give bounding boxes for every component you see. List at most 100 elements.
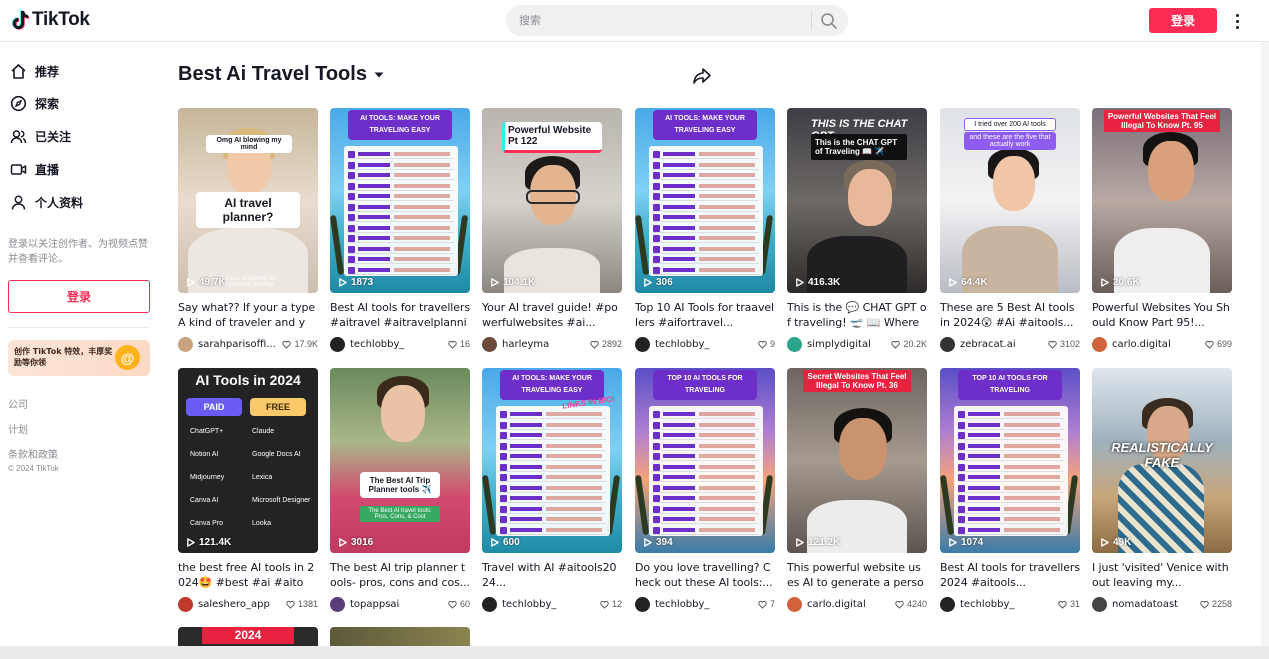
avatar[interactable] [482,336,497,352]
horizontal-scrollbar[interactable] [0,646,1269,659]
sidebar-item-explore[interactable]: 探索 [10,92,59,114]
author-name[interactable]: saleshero_app [198,599,282,610]
video-caption[interactable]: Your AI travel guide! #powerfulwebsites … [482,300,622,330]
video-thumbnail[interactable]: I tried over 200 AI tools and these are t… [940,108,1080,293]
sidebar-login-button[interactable]: 登录 [8,280,150,313]
like-count: 16 [448,339,470,349]
video-thumbnail[interactable]: The Best AI Trip Planner tools ✈️ The Bes… [330,368,470,553]
avatar[interactable] [787,596,802,612]
author-name[interactable]: sarahparisoffi... [198,339,278,350]
video-thumbnail[interactable]: Omg AI blowing my mind AI travel planner?… [178,108,318,293]
video-card[interactable]: 2024 [178,627,318,646]
author-name[interactable]: techlobby_ [655,599,754,610]
author-name[interactable]: carlo.digital [807,599,891,610]
page-title[interactable]: Best Ai Travel Tools [178,63,385,86]
share-icon[interactable] [692,66,712,86]
video-caption[interactable]: Do you love travelling? Check out these … [635,560,775,590]
avatar[interactable] [787,336,802,352]
video-thumbnail[interactable]: AI TOOLS: MAKE YOUR TRAVELING EASY 1873 [330,108,470,293]
vertical-scrollbar[interactable] [1261,42,1269,646]
sidebar-item-following[interactable]: 已关注 [10,125,71,147]
tiktok-logo[interactable]: TikTok [12,9,90,31]
footer-link-terms[interactable]: 条款和政策 [8,446,58,461]
video-card[interactable]: THIS IS THE CHAT GPTThis is the CHAT GPT… [787,108,927,352]
like-count-text: 20.2K [903,339,927,349]
avatar[interactable] [940,596,955,612]
video-card[interactable]: Powerful Websites That Feel Illegal To K… [1092,108,1232,352]
footer-link-company[interactable]: 公司 [8,396,28,411]
author-name[interactable]: carlo.digital [1112,339,1201,350]
effects-promo-banner[interactable]: 创作 TikTok 特效，丰厚奖励等你领 @ [8,340,150,376]
author-name[interactable]: techlobby_ [655,339,754,350]
video-card[interactable]: REALISTICALLY FAKE 49K I just 'visited' Ve… [1092,368,1232,612]
video-card[interactable]: TOP 10 AI TOOLS FOR TRAVELING 394 Do you l… [635,368,775,612]
play-icon [1101,278,1109,287]
video-caption[interactable]: Best AI tools for travellers 2024 #aitoo… [940,560,1080,590]
author-name[interactable]: techlobby_ [350,339,444,350]
more-options-icon[interactable] [1229,11,1245,31]
video-thumbnail[interactable]: TOP 10 AI TOOLS FOR TRAVELING 394 [635,368,775,553]
video-card[interactable]: AI TOOLS: MAKE YOUR TRAVELING EASY LINKS … [482,368,622,612]
video-thumbnail[interactable]: THIS IS THE CHAT GPTThis is the CHAT GPT… [787,108,927,293]
avatar[interactable] [330,596,345,612]
video-caption[interactable]: This powerful website uses AI to generat… [787,560,927,590]
sidebar-item-live[interactable]: 直播 [10,158,59,180]
video-thumbnail[interactable]: Secret Websites That Feel Illegal To Kno… [787,368,927,553]
video-caption[interactable]: These are 5 Best AI tools in 2024😲 #Ai #… [940,300,1080,330]
avatar[interactable] [940,336,955,352]
author-name[interactable]: techlobby_ [960,599,1054,610]
video-caption[interactable]: Best AI tools for travellers #aitravel #… [330,300,470,330]
search-input[interactable] [519,6,807,35]
author-name[interactable]: topappsai [350,599,444,610]
video-caption[interactable]: The best AI trip planner tools- pros, co… [330,560,470,590]
video-thumbnail[interactable]: AI TOOLS: MAKE YOUR TRAVELING EASY LINKS … [482,368,622,553]
video-card[interactable]: Powerful Website Pt 122 104.1K Your AI tra… [482,108,622,352]
video-caption[interactable]: Powerful Websites You Should Know Part 9… [1092,300,1232,330]
video-card[interactable]: I tried over 200 AI tools and these are t… [940,108,1080,352]
video-caption[interactable]: Top 10 AI Tools for traavellers #aifortr… [635,300,775,330]
search-icon[interactable] [819,11,839,31]
video-card[interactable]: Secret Websites That Feel Illegal To Kno… [787,368,927,612]
video-caption[interactable]: Travel with AI #aitools2024... [482,560,622,590]
avatar[interactable] [635,596,650,612]
avatar[interactable] [482,596,497,612]
video-card[interactable]: Omg AI blowing my mind AI travel planner?… [178,108,318,352]
video-thumbnail[interactable]: Powerful Website Pt 122 104.1K [482,108,622,293]
avatar[interactable] [178,336,193,352]
video-card[interactable]: The Best AI Trip Planner tools ✈️ The Bes… [330,368,470,612]
video-caption[interactable]: I just 'visited' Venice without leaving … [1092,560,1232,590]
avatar[interactable] [1092,336,1107,352]
author-name[interactable]: zebracat.ai [960,339,1044,350]
author-name[interactable]: harleyma [502,339,586,350]
video-card[interactable]: AI TOOLS: MAKE YOUR TRAVELING EASY 306 Top… [635,108,775,352]
header-login-button[interactable]: 登录 [1149,8,1217,33]
video-thumbnail[interactable]: Powerful Websites That Feel Illegal To K… [1092,108,1232,293]
avatar[interactable] [1092,596,1107,612]
sidebar-item-for-you[interactable]: 推荐 [10,60,59,82]
author-name[interactable]: nomadatoast [1112,599,1196,610]
author-name[interactable]: simplydigital [807,339,887,350]
video-card[interactable]: TOP 10 AI TOOLS FOR TRAVELING 1074 Best AI… [940,368,1080,612]
video-card[interactable] [330,627,470,646]
video-thumbnail[interactable]: REALISTICALLY FAKE 49K [1092,368,1232,553]
view-count: 121.2K [795,537,840,548]
tool-list-panel [496,406,610,536]
avatar[interactable] [330,336,345,352]
footer-link-program[interactable]: 计划 [8,421,28,436]
video-thumbnail[interactable]: AI Tools in 2024 PAID FREE ChatGPT+ Claude No… [178,368,318,553]
video-caption[interactable]: the best free AI tools in 2024🤩 #best #a… [178,560,318,590]
play-icon [187,538,195,547]
video-thumbnail[interactable]: AI TOOLS: MAKE YOUR TRAVELING EASY 306 [635,108,775,293]
sidebar-item-profile[interactable]: 个人资料 [10,191,83,213]
avatar[interactable] [178,596,193,612]
video-card[interactable]: AI TOOLS: MAKE YOUR TRAVELING EASY 1873 Be… [330,108,470,352]
avatar[interactable] [635,336,650,352]
video-meta: carlo.digital 699 [1092,336,1232,352]
video-thumbnail[interactable]: TOP 10 AI TOOLS FOR TRAVELING 1074 [940,368,1080,553]
video-caption[interactable]: This is the 💬 CHAT GPT of traveling! 🛫 📖… [787,300,927,330]
like-count-text: 4240 [906,599,927,609]
sidebar-item-label: 个人资料 [35,195,84,210]
video-caption[interactable]: Say what?? If your a type A kind of trav… [178,300,318,330]
video-card[interactable]: AI Tools in 2024 PAID FREE ChatGPT+ Claude No… [178,368,318,612]
author-name[interactable]: techlobby_ [502,599,596,610]
